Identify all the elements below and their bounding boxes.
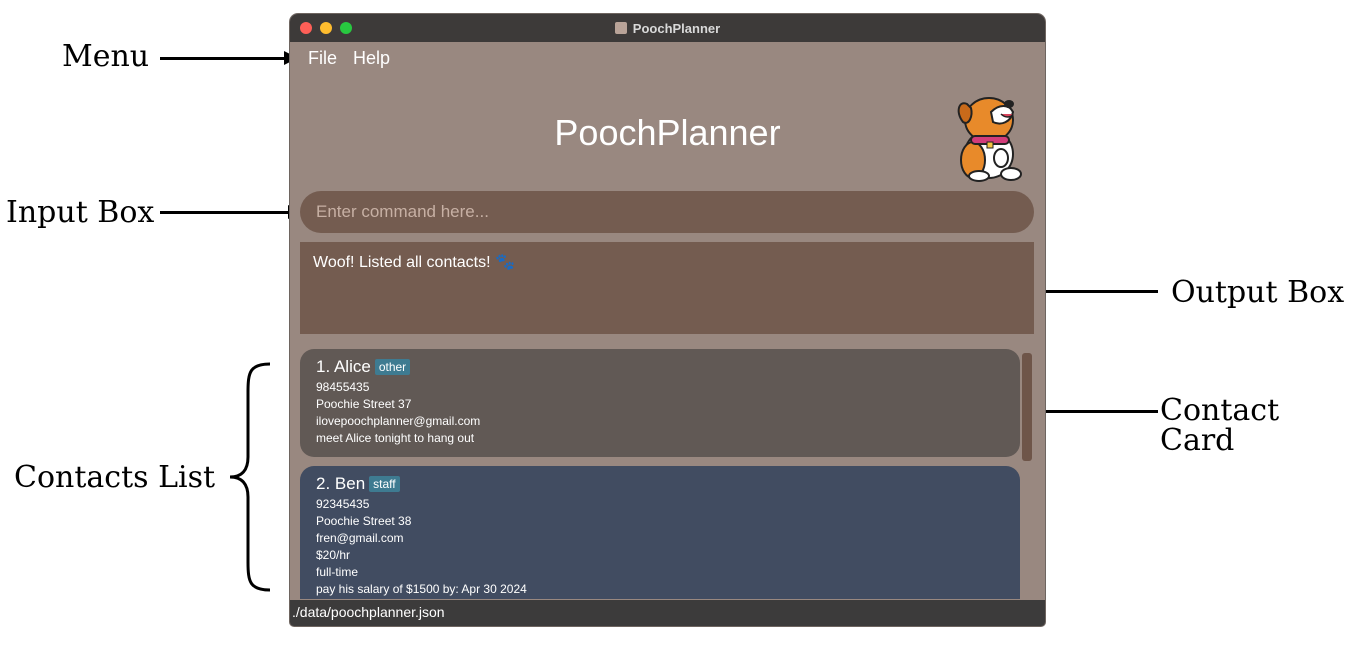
contact-card-annotation: Contact Card	[1160, 393, 1280, 458]
window-title: PoochPlanner	[632, 20, 721, 36]
data-file-path: ./data/poochplanner.json	[292, 604, 445, 620]
dog-mascot-icon	[957, 97, 1022, 182]
status-bar: ./data/poochplanner.json	[290, 600, 1045, 626]
contacts-list-brace	[229, 362, 271, 592]
contact-note: pay his salary of $1500 by: Apr 30 2024	[316, 582, 527, 596]
menu-annotation: Menu	[62, 39, 150, 74]
contact-note: meet Alice tonight to hang out	[316, 431, 475, 445]
contact-card-arrow	[1026, 410, 1158, 413]
input-box-annotation: Input Box	[6, 195, 155, 230]
app-icon	[614, 22, 627, 34]
title-bar: PoochPlanner	[290, 14, 1045, 42]
contact-phone: 98455435	[316, 380, 370, 394]
menu-file[interactable]: File	[308, 48, 337, 69]
input-box-arrow	[160, 211, 288, 214]
contact-name: 2. Ben	[316, 474, 366, 493]
app-window: PoochPlanner File Help PoochPlanner Woof…	[290, 14, 1045, 626]
menu-bar: File Help	[308, 48, 390, 69]
contacts-scrollbar[interactable]	[1022, 353, 1032, 461]
output-box-annotation: Output Box	[1171, 275, 1345, 310]
close-button[interactable]	[300, 22, 312, 34]
output-box: Woof! Listed all contacts! 🐾	[300, 242, 1034, 334]
contacts-list[interactable]: 1. Alice other 98455435 Poochie Street 3…	[300, 349, 1025, 599]
contact-employment: full-time	[316, 565, 359, 579]
menu-help[interactable]: Help	[353, 48, 390, 69]
minimize-button[interactable]	[320, 22, 332, 34]
contact-salary: $20/hr	[316, 548, 351, 562]
contact-card[interactable]: 1. Alice other 98455435 Poochie Street 3…	[300, 349, 1020, 457]
command-input[interactable]	[314, 201, 1020, 223]
contact-tag: other	[374, 359, 411, 375]
output-text: Woof! Listed all contacts! 🐾	[313, 254, 515, 271]
menu-arrow	[160, 57, 288, 60]
contact-email: ilovepoochplanner@gmail.com	[316, 414, 481, 428]
command-input-box[interactable]	[300, 191, 1034, 233]
output-box-arrow	[1026, 290, 1158, 293]
contact-email: fren@gmail.com	[316, 531, 404, 545]
contact-name: 1. Alice	[316, 357, 371, 376]
contact-address: Poochie Street 37	[316, 397, 412, 411]
app-title: PoochPlanner	[554, 112, 781, 153]
contact-address: Poochie Street 38	[316, 514, 412, 528]
contacts-list-annotation: Contacts List	[14, 460, 216, 495]
contact-tag: staff	[369, 476, 400, 492]
contact-phone: 92345435	[316, 497, 370, 511]
window-controls	[300, 22, 352, 34]
contact-card[interactable]: 2. Ben staff 92345435 Poochie Street 38 …	[300, 466, 1020, 599]
maximize-button[interactable]	[340, 22, 352, 34]
